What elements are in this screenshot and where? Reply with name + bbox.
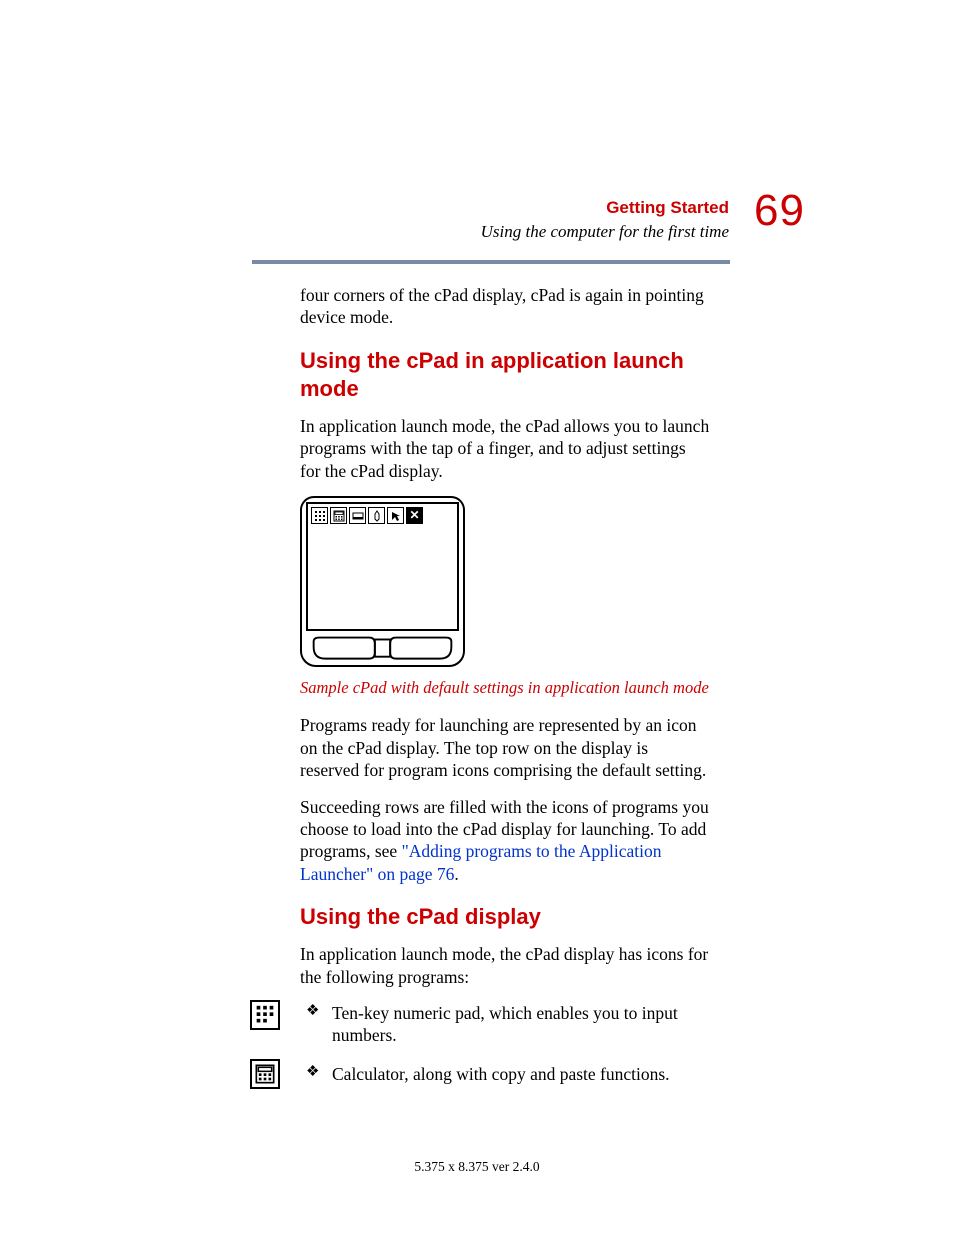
calculator-icon: [250, 1059, 280, 1089]
cpad-screen: ✕: [306, 502, 459, 631]
pointer-icon: [387, 507, 404, 524]
header-rule: [252, 260, 730, 264]
heading-cpad-display: Using the cPad display: [300, 903, 710, 931]
chapter-title: Getting Started: [229, 198, 729, 218]
cpad-device-outline: ✕: [300, 496, 465, 667]
program-icon-list: Ten-key numeric pad, which enables you t…: [300, 1002, 710, 1085]
page-number: 69: [754, 186, 805, 236]
numeric-grid-icon: [250, 1000, 280, 1030]
paragraph: Programs ready for launching are represe…: [300, 714, 710, 781]
cpad-button-bar: [306, 635, 459, 665]
calculator-icon: [330, 507, 347, 524]
list-item: Ten-key numeric pad, which enables you t…: [300, 1002, 710, 1047]
numeric-grid-icon: [311, 507, 328, 524]
heading-app-launch-mode: Using the cPad in application launch mod…: [300, 347, 710, 403]
cpad-toolbar: ✕: [308, 504, 457, 527]
tray-icon: [349, 507, 366, 524]
page-footer: 5.375 x 8.375 ver 2.4.0: [0, 1159, 954, 1175]
page: Getting Started Using the computer for t…: [0, 0, 954, 1235]
body-column: four corners of the cPad display, cPad i…: [300, 284, 710, 1101]
paragraph: In application launch mode, the cPad all…: [300, 415, 710, 482]
paragraph: Succeeding rows are filled with the icon…: [300, 796, 710, 886]
running-header: Getting Started Using the computer for t…: [229, 198, 729, 242]
continued-paragraph: four corners of the cPad display, cPad i…: [300, 284, 710, 329]
figure-caption: Sample cPad with default settings in app…: [300, 677, 710, 698]
list-item-text: Calculator, along with copy and paste fu…: [332, 1064, 670, 1084]
cpad-figure: ✕: [300, 496, 465, 667]
list-item-text: Ten-key numeric pad, which enables you t…: [332, 1003, 678, 1045]
text-run: .: [454, 864, 458, 884]
list-item: Calculator, along with copy and paste fu…: [300, 1063, 710, 1085]
close-x-icon: ✕: [406, 507, 423, 524]
pen-icon: [368, 507, 385, 524]
section-title: Using the computer for the first time: [229, 222, 729, 242]
paragraph: In application launch mode, the cPad dis…: [300, 943, 710, 988]
